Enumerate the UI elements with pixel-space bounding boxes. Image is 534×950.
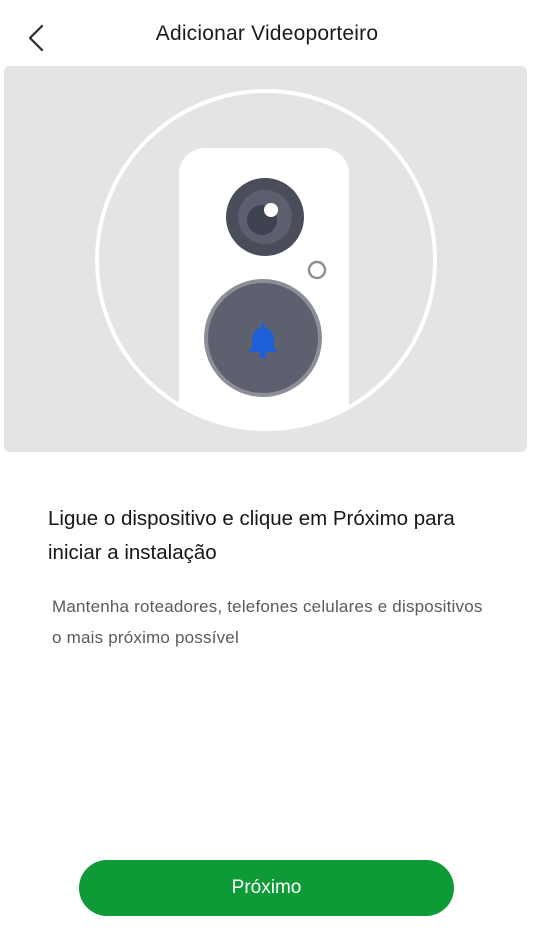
doorbell-illustration (4, 66, 527, 452)
page-title: Adicionar Videoporteiro (155, 22, 379, 45)
header-bar: Adicionar Videoporteiro (0, 0, 534, 66)
doorbell-device-icon (95, 89, 437, 431)
main-instruction: Ligue o dispositivo e clique em Próximo … (48, 507, 455, 564)
sub-instruction: Mantenha roteadores, telefones celulares… (52, 597, 483, 647)
camera-lens-icon (226, 178, 304, 256)
next-button[interactable]: Próximo (79, 860, 454, 916)
